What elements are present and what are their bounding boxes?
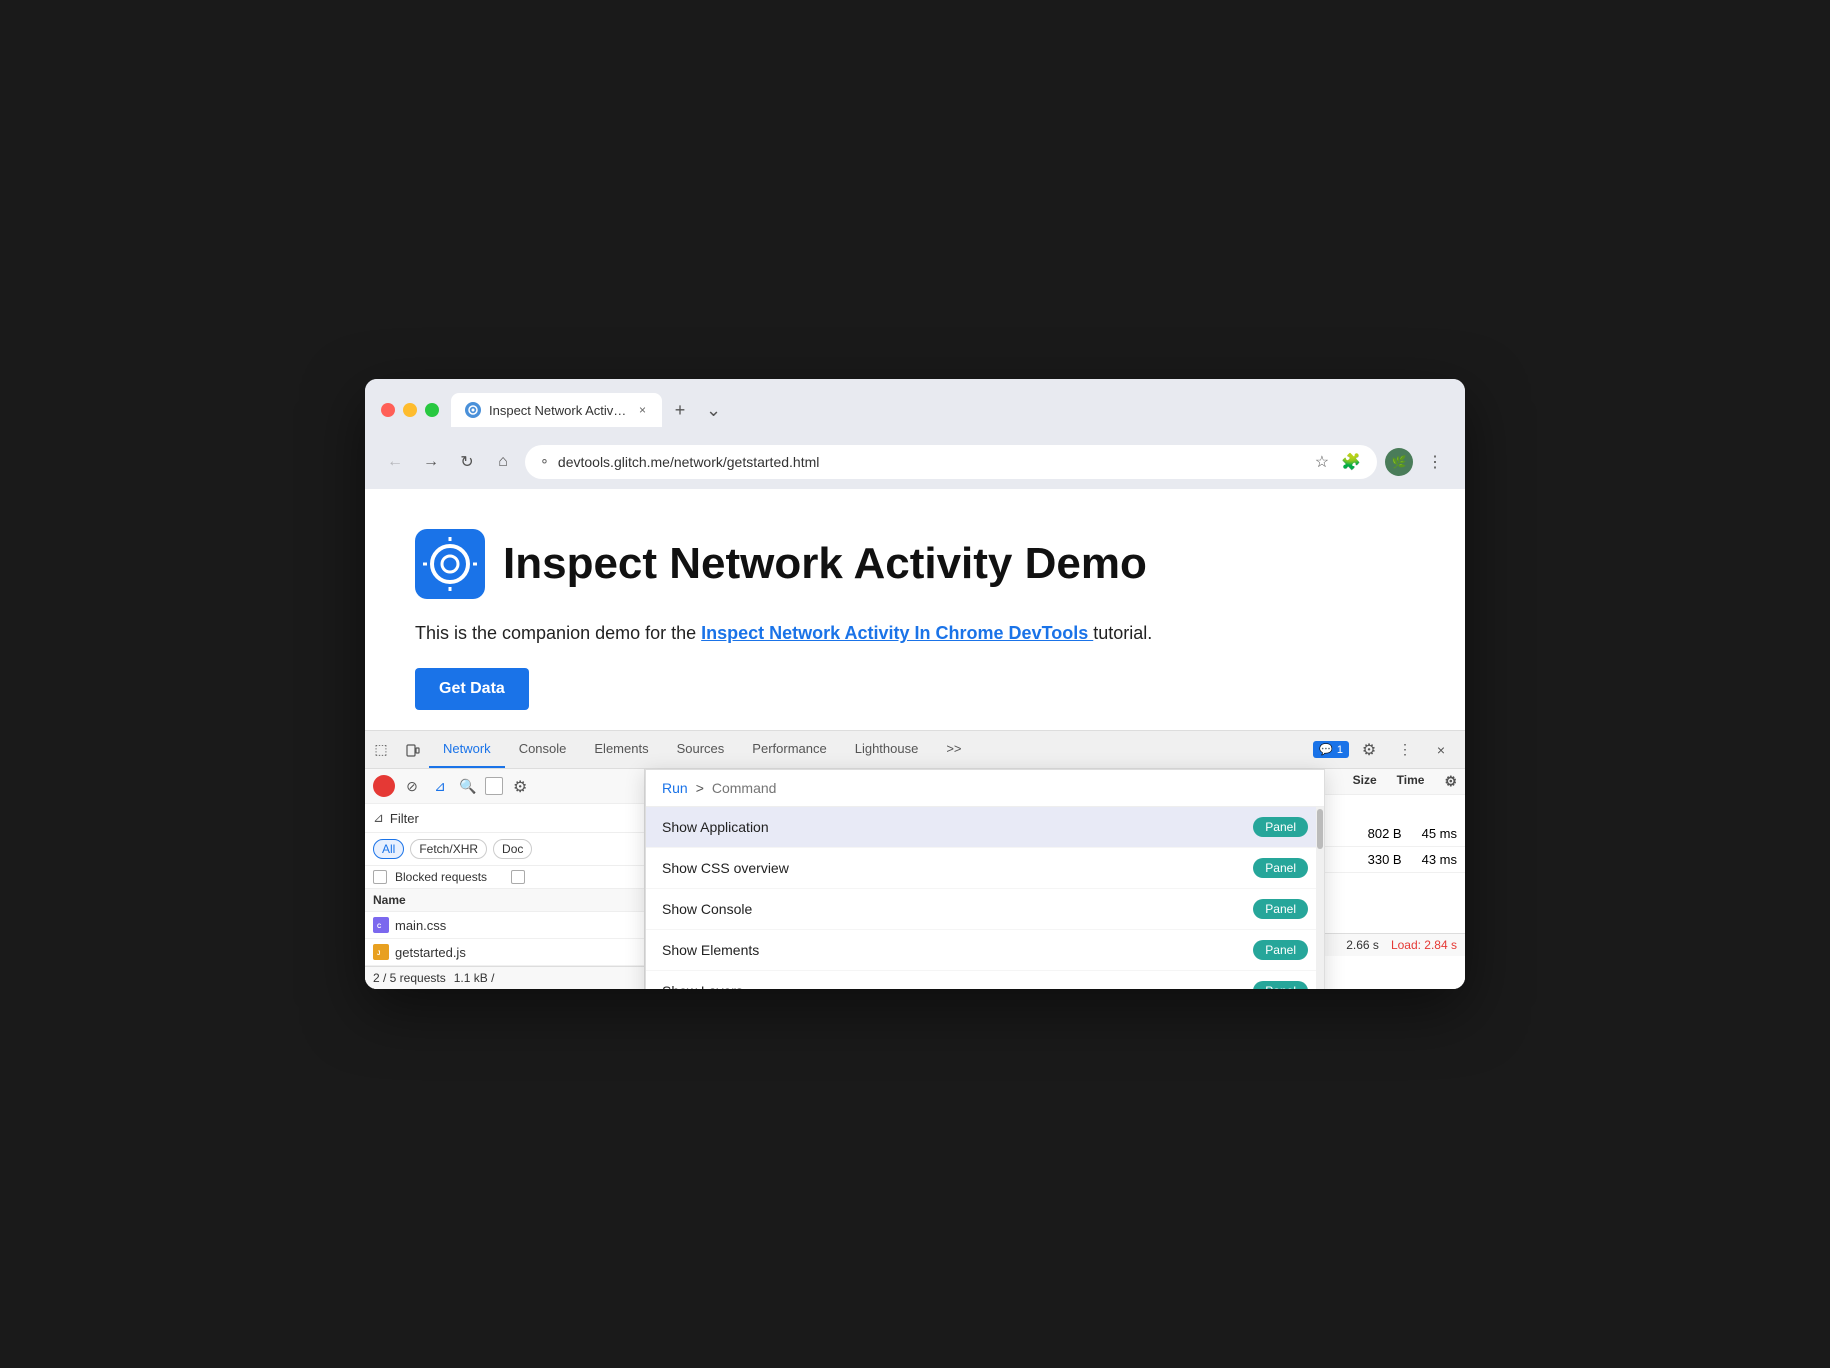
- inspect-element-button[interactable]: ⬚: [365, 734, 397, 766]
- command-menu: Run > Show Application Panel Show CSS ov…: [645, 769, 1325, 989]
- tab-overflow-button[interactable]: ⌄: [698, 396, 729, 425]
- tab-sources[interactable]: Sources: [663, 731, 739, 768]
- command-input[interactable]: [712, 780, 1308, 796]
- devtools-tab-actions: 💬 1 ⚙ ⋮ ×: [1313, 734, 1465, 766]
- minimize-traffic-light[interactable]: [403, 403, 417, 417]
- network-controls: ⊘ ⊿ 🔍 ⚙: [365, 769, 644, 804]
- table-row[interactable]: C main.css: [365, 912, 644, 939]
- tab-elements[interactable]: Elements: [580, 731, 662, 768]
- command-search-bar: Run >: [646, 770, 1324, 807]
- tab-favicon: [465, 402, 481, 418]
- tab-close-button[interactable]: ×: [637, 401, 648, 419]
- console-messages-badge[interactable]: 💬 1: [1313, 741, 1349, 758]
- description-before: This is the companion demo for the: [415, 623, 701, 643]
- title-bar: Inspect Network Activity Dem × + ⌄: [365, 379, 1465, 437]
- tab-network[interactable]: Network: [429, 731, 505, 768]
- svg-text:J: J: [377, 951, 380, 957]
- tab-title: Inspect Network Activity Dem: [489, 403, 629, 418]
- blocked-requests-row: Blocked requests: [365, 866, 644, 889]
- network-status-bar: 2 / 5 requests 1.1 kB /: [365, 966, 644, 989]
- tab-performance[interactable]: Performance: [738, 731, 840, 768]
- network-panel-left: ⊘ ⊿ 🔍 ⚙ ⊿ Filter All: [365, 769, 645, 989]
- filter-chip-all[interactable]: All: [373, 839, 404, 859]
- devtools-toolbar: ⬚ Network Console Elements Sour: [365, 731, 1465, 769]
- forward-button[interactable]: →: [417, 448, 445, 476]
- filter-button[interactable]: ⊿: [429, 775, 451, 797]
- scrollbar-thumb: [1317, 809, 1323, 849]
- filter-chip-fetchxhr[interactable]: Fetch/XHR: [410, 839, 487, 859]
- browser-tab[interactable]: Inspect Network Activity Dem ×: [451, 393, 662, 427]
- tab-lighthouse[interactable]: Lighthouse: [841, 731, 933, 768]
- get-data-button[interactable]: Get Data: [415, 668, 529, 710]
- command-item-show-layers[interactable]: Show Layers Panel: [646, 971, 1324, 989]
- filter-label: ⊿ Filter: [373, 810, 636, 826]
- filter-icon: ⊿: [373, 810, 384, 826]
- blocked-requests-checkbox[interactable]: [373, 870, 387, 884]
- browser-window: Inspect Network Activity Dem × + ⌄ ← → ↻…: [365, 379, 1465, 989]
- page-title: Inspect Network Activity Demo: [503, 539, 1147, 589]
- page-content: Inspect Network Activity Demo This is th…: [365, 489, 1465, 730]
- clear-button[interactable]: ⊘: [401, 775, 423, 797]
- record-button[interactable]: [373, 775, 395, 797]
- devtools-close-button[interactable]: ×: [1425, 734, 1457, 766]
- devtools-panel: ⬚ Network Console Elements Sour: [365, 730, 1465, 989]
- maximize-traffic-light[interactable]: [425, 403, 439, 417]
- devtools-tabs: ⬚ Network Console Elements Sour: [365, 731, 1313, 768]
- back-button[interactable]: ←: [381, 448, 409, 476]
- description-after: tutorial.: [1093, 623, 1152, 643]
- filter-chips: All Fetch/XHR Doc: [365, 833, 644, 866]
- home-button[interactable]: ⌂: [489, 448, 517, 476]
- address-bar[interactable]: ⚬ devtools.glitch.me/network/getstarted.…: [525, 445, 1377, 479]
- filter-row: ⊿ Filter: [365, 804, 644, 833]
- devtools-link[interactable]: Inspect Network Activity In Chrome DevTo…: [701, 623, 1093, 643]
- tab-more[interactable]: >>: [932, 731, 975, 768]
- table-row[interactable]: J getstarted.js: [365, 939, 644, 966]
- js-file-icon: J: [373, 944, 389, 960]
- network-table-header: Name: [365, 889, 644, 912]
- tabs-row: Inspect Network Activity Dem × + ⌄: [451, 393, 729, 427]
- new-tab-button[interactable]: +: [666, 396, 694, 424]
- filter-chip-doc[interactable]: Doc: [493, 839, 532, 859]
- devtools-more-button[interactable]: ⋮: [1389, 734, 1421, 766]
- extensions-button[interactable]: 🧩: [1339, 450, 1363, 474]
- device-toolbar-button[interactable]: [397, 734, 429, 766]
- page-description: This is the companion demo for the Inspe…: [415, 623, 1415, 644]
- css-file-icon: C: [373, 917, 389, 933]
- address-actions: ☆ 🧩: [1313, 450, 1363, 474]
- command-arrow: >: [696, 780, 704, 796]
- devtools-right-settings[interactable]: ⚙: [1444, 773, 1457, 790]
- devtools-logo: [415, 529, 485, 599]
- bookmark-button[interactable]: ☆: [1313, 450, 1331, 474]
- run-label: Run: [662, 780, 688, 796]
- address-bar-row: ← → ↻ ⌂ ⚬ devtools.glitch.me/network/get…: [365, 437, 1465, 489]
- scrollbar[interactable]: [1316, 807, 1324, 989]
- devtools-settings-button[interactable]: ⚙: [1353, 734, 1385, 766]
- preserve-log-checkbox[interactable]: [485, 777, 503, 795]
- page-header: Inspect Network Activity Demo: [415, 529, 1415, 599]
- security-icon: ⚬: [539, 454, 550, 470]
- devtools-content: ⊘ ⊿ 🔍 ⚙ ⊿ Filter All: [365, 769, 1465, 989]
- devtools-settings-icon-network: ⚙: [509, 777, 527, 797]
- search-button[interactable]: 🔍: [457, 775, 479, 797]
- url-text: devtools.glitch.me/network/getstarted.ht…: [558, 454, 1305, 470]
- third-party-checkbox[interactable]: [511, 870, 525, 884]
- profile-avatar[interactable]: 🌿: [1385, 448, 1413, 476]
- svg-text:C: C: [377, 924, 382, 930]
- tab-console[interactable]: Console: [505, 731, 581, 768]
- more-button[interactable]: ⋮: [1421, 448, 1449, 476]
- command-items-container: Show Application Panel Show CSS overview…: [646, 807, 1324, 989]
- command-item-show-css-overview[interactable]: Show CSS overview Panel: [646, 848, 1324, 889]
- command-item-show-elements[interactable]: Show Elements Panel: [646, 930, 1324, 971]
- close-traffic-light[interactable]: [381, 403, 395, 417]
- command-item-show-application[interactable]: Show Application Panel: [646, 807, 1324, 848]
- refresh-button[interactable]: ↻: [453, 448, 481, 476]
- command-item-show-console[interactable]: Show Console Panel: [646, 889, 1324, 930]
- traffic-lights: [381, 403, 439, 417]
